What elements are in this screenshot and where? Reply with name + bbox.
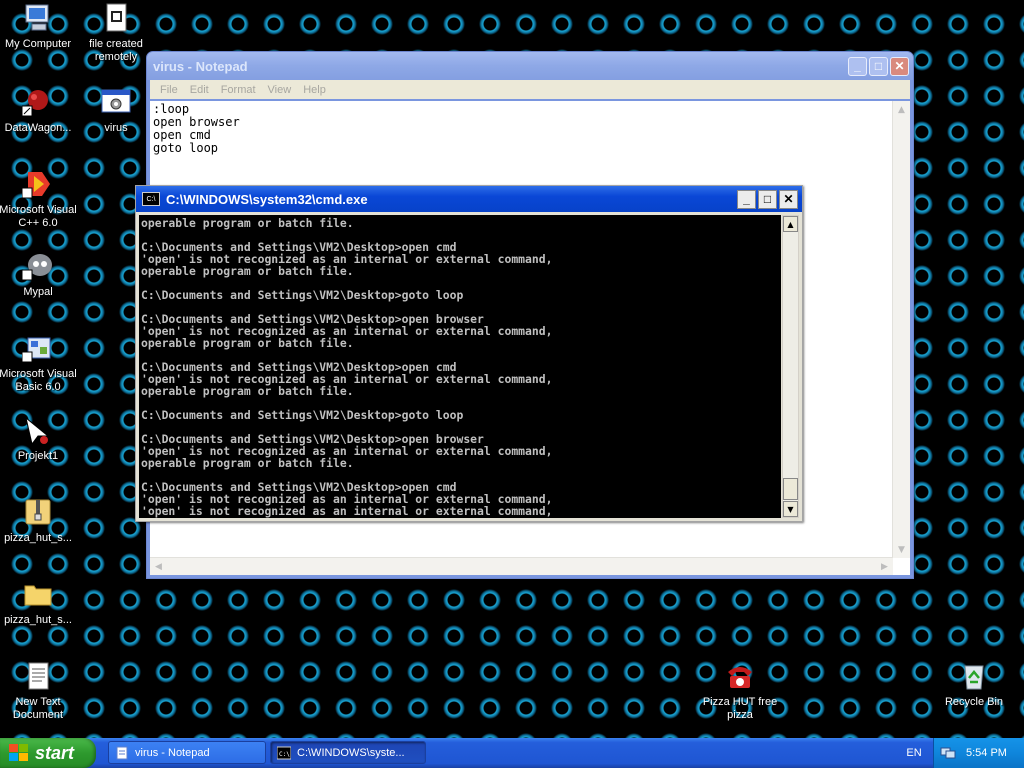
desktop-icon-label: Microsoft Visual Basic 6.0 [0,368,77,393]
cmd-icon: C:\ [142,192,160,206]
system-tray: 5:54 PM [933,738,1024,768]
desktop-icon-recycle-bin[interactable]: Recycle Bin [932,660,1016,709]
cmd-title: C:\WINDOWS\system32\cmd.exe [166,191,368,207]
cmd-output: operable program or batch file. C:\Docum… [141,216,553,518]
menu-view[interactable]: View [262,84,298,96]
taskbar-label: virus - Notepad [135,746,210,759]
desktop-icon-label: My Computer [4,38,72,50]
desktop-icon-visual-basic[interactable]: Microsoft Visual Basic 6.0 [0,332,80,394]
notepad-title: virus - Notepad [153,58,248,74]
taskbar: start virus - Notepad C:\ C:\WINDOWS\sys… [0,738,1024,768]
close-button[interactable]: ✕ [779,189,798,209]
minimize-icon: _ [743,192,750,206]
maximize-icon: □ [874,59,883,73]
notepad-content[interactable]: :loop open browser open cmd goto loop [153,103,240,155]
notepad-horizontal-scrollbar[interactable]: ◀ ▶ [150,557,893,575]
desktop-icon-visual-cpp[interactable]: Microsoft Visual C++ 6.0 [0,168,80,230]
desktop-icon-pizza-hut-free-pizza[interactable]: Pizza HUT free pizza [698,660,782,722]
desktop-icon-label: Recycle Bin [944,696,1004,708]
computer-icon [22,2,54,34]
recycle-bin-icon [958,660,990,692]
folder-icon [22,578,54,610]
mypal-browser-icon [21,250,54,282]
language-indicator[interactable]: EN [896,738,932,768]
close-icon: ✕ [894,59,905,73]
desktop-icon-label: New Text Document [12,696,64,721]
desktop-icon-pizza-zip[interactable]: pizza_hut_s... [0,496,80,545]
scroll-up-icon[interactable]: ▲ [893,101,910,118]
visual-basic-icon [21,332,54,364]
desktop-icon-label: pizza_hut_s... [4,614,72,626]
menu-help[interactable]: Help [297,84,332,96]
telephone-icon [724,660,756,692]
desktop-icon-label: Projekt1 [17,450,59,462]
cmd-console[interactable]: operable program or batch file. C:\Docum… [139,215,781,518]
notepad-menubar: File Edit Format View Help [150,80,910,99]
svg-text:C:\: C:\ [279,751,290,758]
desktop-icon-pizza-folder[interactable]: pizza_hut_s... [0,578,80,627]
desktop-icon-new-text-document[interactable]: New Text Document [0,660,80,722]
cmd-titlebar[interactable]: C:\ C:\WINDOWS\system32\cmd.exe _ □ ✕ [136,186,802,212]
projekt-icon [22,414,54,446]
desktop-icon-label: DataWagon... [4,122,72,134]
taskbar-button-cmd[interactable]: C:\ C:\WINDOWS\syste... [270,741,426,764]
desktop-icon-label: pizza_hut_s... [4,532,72,544]
zip-folder-icon [22,496,54,528]
taskbar-label: C:\WINDOWS\syste... [297,746,405,759]
cmd-vertical-scrollbar[interactable]: ▲ ▼ [782,215,799,518]
desktop-icon-label: Pizza HUT free pizza [702,696,778,721]
desktop-icon-mypal[interactable]: Mypal [0,250,80,299]
notepad-vertical-scrollbar[interactable]: ▲ ▼ [892,101,910,558]
desktop-icon-my-computer[interactable]: My Computer [0,2,80,51]
minimize-button[interactable]: _ [848,56,867,76]
scroll-left-icon[interactable]: ◀ [150,558,167,575]
close-button[interactable]: ✕ [890,56,909,76]
scroll-down-icon[interactable]: ▼ [783,501,798,517]
desktop-icon-file-created-remotely[interactable]: file created remotely [74,2,158,64]
scroll-thumb[interactable] [783,478,798,500]
cmd-icon: C:\ [276,746,292,760]
desktop-icon-projekt1[interactable]: Projekt1 [0,414,80,463]
datawagon-icon [21,86,54,118]
taskbar-button-notepad[interactable]: virus - Notepad [108,741,266,764]
start-button[interactable]: start [0,738,96,768]
cmd-window[interactable]: C:\ C:\WINDOWS\system32\cmd.exe _ □ ✕ op… [135,185,803,522]
document-icon [100,2,132,34]
scroll-right-icon[interactable]: ▶ [876,558,893,575]
notepad-titlebar[interactable]: virus - Notepad _ □ ✕ [147,52,913,80]
batch-file-icon [100,86,132,118]
text-document-icon [22,660,54,692]
scroll-up-icon[interactable]: ▲ [783,216,798,232]
visual-cpp-icon [21,168,54,200]
menu-format[interactable]: Format [215,84,262,96]
windows-logo-icon [9,744,29,762]
desktop-icon-datawagon[interactable]: DataWagon... [0,86,80,135]
menu-file[interactable]: File [154,84,184,96]
clock[interactable]: 5:54 PM [966,747,1007,759]
scroll-down-icon[interactable]: ▼ [893,541,910,558]
minimize-button[interactable]: _ [737,189,756,209]
maximize-icon: □ [763,192,772,206]
desktop-icon-label: Mypal [23,286,53,298]
network-icon[interactable] [940,746,956,760]
maximize-button[interactable]: □ [869,56,888,76]
minimize-icon: _ [854,59,861,73]
close-icon: ✕ [783,192,794,206]
start-label: start [35,742,75,763]
menu-edit[interactable]: Edit [184,84,215,96]
notepad-icon [115,746,129,760]
desktop-icon-label: Microsoft Visual C++ 6.0 [0,204,77,229]
maximize-button[interactable]: □ [758,189,777,209]
